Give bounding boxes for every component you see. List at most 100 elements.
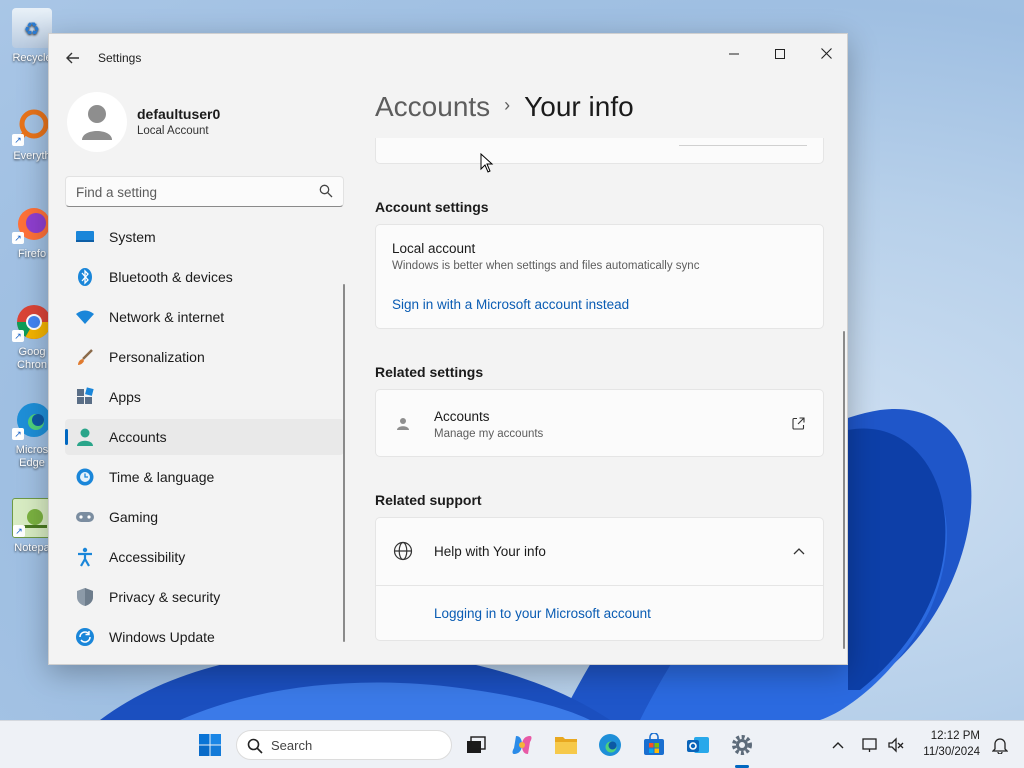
folder-icon (555, 737, 577, 754)
sidebar-item-label: Accessibility (109, 549, 186, 565)
firefox-icon: ↗ (12, 204, 52, 244)
maximize-icon (775, 49, 785, 59)
window-title: Settings (98, 51, 142, 65)
sidebar-item-label: Network & internet (109, 309, 225, 325)
avatar[interactable] (67, 92, 127, 152)
search-icon (319, 184, 333, 198)
magnifier-icon: ↗ (12, 106, 52, 146)
sidebar-nav: System Bluetooth & devices Network & int… (65, 219, 344, 659)
sidebar-item-label: Apps (109, 389, 141, 405)
store-button[interactable] (640, 731, 668, 759)
card-divider (679, 145, 807, 146)
volume-button[interactable] (882, 731, 910, 759)
outlook-icon (687, 737, 709, 753)
sidebar-item-gaming[interactable]: Gaming (65, 499, 344, 535)
sidebar-item-accounts[interactable]: Accounts (65, 419, 344, 455)
edge-icon: ↗ (12, 400, 52, 440)
sidebar-item-label: Privacy & security (109, 589, 221, 605)
chrome-icon: ↗ (12, 302, 52, 342)
logging-in-help-link[interactable]: Logging in to your Microsoft account (434, 606, 651, 621)
task-view-button[interactable] (462, 731, 490, 759)
help-divider (376, 585, 823, 586)
close-icon (820, 48, 832, 59)
settings-taskbar-button[interactable] (728, 731, 756, 759)
clock-globe-icon (75, 467, 95, 487)
shield-icon (75, 587, 95, 607)
accounts-link-card[interactable]: Accounts Manage my accounts (375, 389, 824, 457)
title-bar[interactable]: Settings (49, 34, 847, 82)
sidebar-item-label: Bluetooth & devices (109, 269, 233, 285)
minimize-button[interactable] (711, 38, 757, 70)
sidebar-item-system[interactable]: System (65, 219, 344, 255)
globe-icon (393, 541, 413, 561)
shortcut-arrow-icon: ↗ (13, 525, 25, 537)
shortcut-arrow-icon: ↗ (12, 428, 24, 440)
sidebar-item-time-language[interactable]: Time & language (65, 459, 344, 495)
sidebar-item-personalization[interactable]: Personalization (65, 339, 344, 375)
local-account-card: Local account Windows is better when set… (375, 224, 824, 329)
taskbar-search-box[interactable]: Search (236, 730, 452, 760)
file-explorer-button[interactable] (552, 731, 580, 759)
accounts-icon (75, 427, 95, 447)
sidebar-item-windows-update[interactable]: Windows Update (65, 619, 344, 655)
notifications-button[interactable] (986, 731, 1014, 759)
sidebar-item-label: Time & language (109, 469, 215, 485)
sidebar-item-network[interactable]: Network & internet (65, 299, 344, 335)
breadcrumb-parent[interactable]: Accounts (375, 91, 490, 122)
accessibility-icon (75, 547, 95, 567)
gamepad-icon (75, 507, 95, 527)
svg-text:♻: ♻ (24, 19, 40, 39)
taskbar-search-label: Search (271, 738, 313, 753)
scrolled-card (375, 138, 824, 164)
sidebar-item-label: Accounts (109, 429, 167, 445)
chevron-up-icon (832, 742, 844, 749)
maximize-button[interactable] (757, 38, 803, 70)
sidebar-item-privacy-security[interactable]: Privacy & security (65, 579, 344, 615)
sign-in-microsoft-link[interactable]: Sign in with a Microsoft account instead (392, 297, 629, 312)
sidebar-item-label: Personalization (109, 349, 205, 365)
notepad-icon: ↗ (12, 498, 52, 538)
sidebar-item-apps[interactable]: Apps (65, 379, 344, 415)
user-icon (82, 105, 112, 140)
recycle-bin-icon: ♻ (12, 8, 52, 48)
mouse-cursor-icon (480, 153, 494, 173)
taskbar: Search 12:12 PM 11/30/2024 (0, 720, 1024, 768)
show-hidden-icons-button[interactable] (824, 731, 852, 759)
clock-date[interactable]: 11/30/2024 (923, 746, 980, 758)
sidebar-item-label: System (109, 229, 156, 245)
brush-icon (75, 347, 95, 367)
shortcut-arrow-icon: ↗ (12, 330, 24, 342)
outlook-button[interactable] (684, 731, 712, 759)
sidebar-item-accessibility[interactable]: Accessibility (65, 539, 344, 575)
content-scrollbar[interactable] (843, 331, 845, 649)
accounts-link-subtitle: Manage my accounts (434, 428, 544, 440)
gear-icon (732, 735, 752, 755)
bluetooth-icon (75, 267, 95, 287)
system-icon (75, 227, 95, 247)
network-status-icon (862, 738, 877, 752)
back-button[interactable] (61, 46, 85, 70)
copilot-button[interactable] (508, 731, 536, 759)
update-icon (75, 627, 95, 647)
edge-button[interactable] (596, 731, 624, 759)
clock-time[interactable]: 12:12 PM (931, 730, 980, 742)
start-button[interactable] (196, 731, 224, 759)
chevron-right-icon: › (504, 95, 511, 115)
apps-icon (75, 387, 95, 407)
local-account-description: Windows is better when settings and file… (392, 260, 700, 272)
section-title-related-support: Related support (375, 492, 482, 508)
help-title: Help with Your info (434, 544, 546, 559)
edge-icon (599, 734, 621, 756)
search-input[interactable]: Find a setting (65, 176, 344, 207)
help-expander-header[interactable]: Help with Your info (376, 518, 823, 585)
network-status-button[interactable] (856, 731, 884, 759)
chevron-up-icon (793, 548, 805, 555)
profile-name: defaultuser0 (137, 106, 221, 122)
close-button[interactable] (803, 38, 847, 70)
profile-account-type: Local Account (137, 125, 209, 137)
sidebar-item-label: Gaming (109, 509, 159, 525)
external-link-icon (792, 417, 805, 430)
person-icon (397, 418, 409, 430)
sidebar-scrollbar[interactable] (343, 284, 345, 642)
sidebar-item-bluetooth[interactable]: Bluetooth & devices (65, 259, 344, 295)
